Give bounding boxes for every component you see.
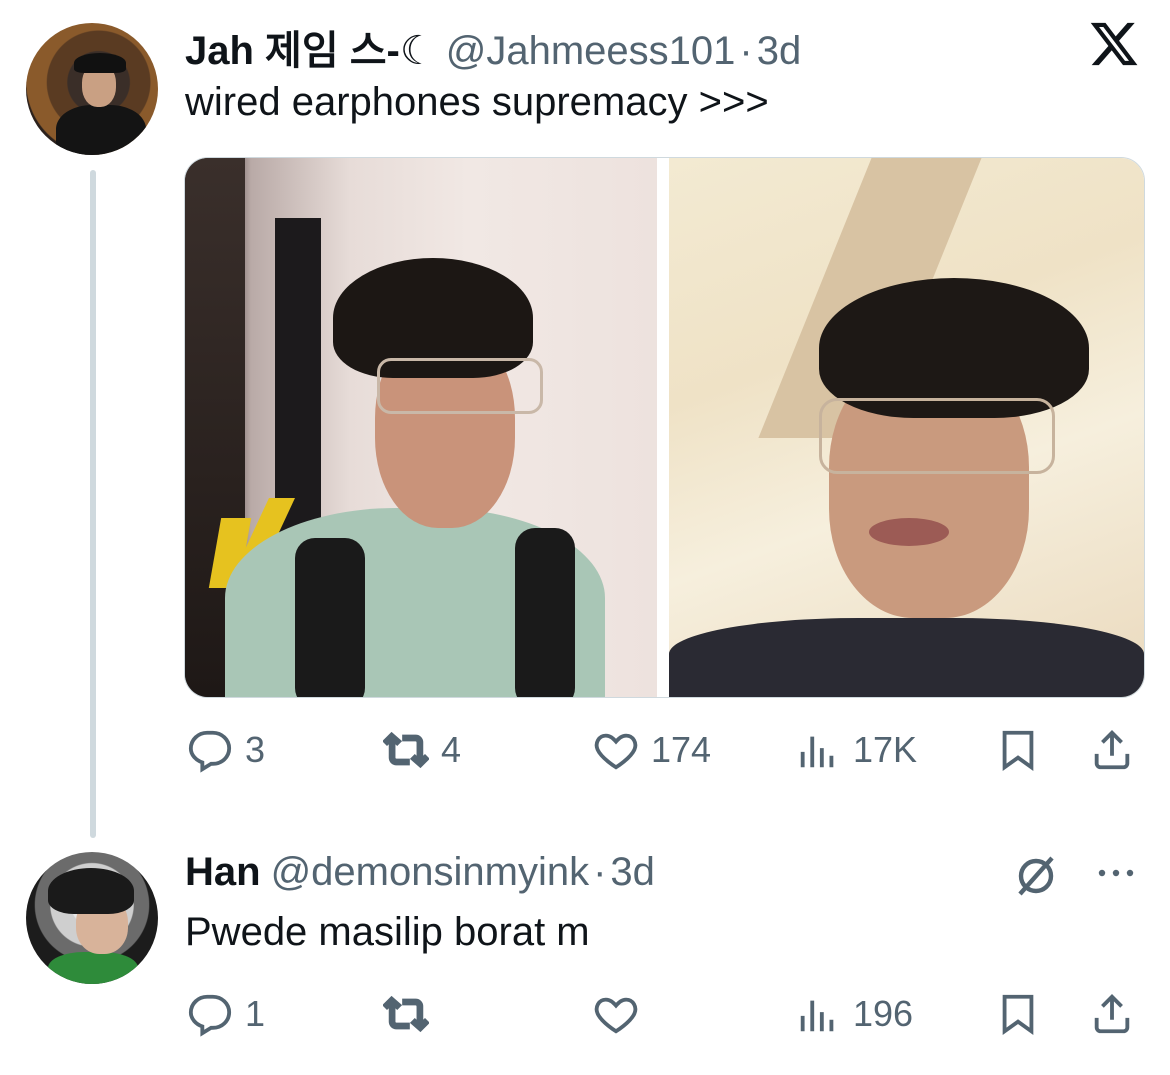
tweet-actions-bar: 3 4 174 17K (185, 722, 1145, 778)
reply-header: Han @demonsinmyink · 3d (185, 850, 655, 900)
photo-person-shirt (669, 618, 1144, 697)
repost-button[interactable] (383, 986, 429, 1042)
views-count: 196 (853, 993, 914, 1034)
views-count: 17K (853, 729, 918, 770)
share-button[interactable] (1089, 986, 1135, 1042)
like-button[interactable]: 174 (593, 722, 711, 778)
reply-count: 3 (245, 729, 266, 770)
avatar-figure-hat (74, 53, 126, 73)
media-photo-left[interactable] (185, 158, 657, 697)
like-button[interactable] (593, 986, 639, 1042)
reply-actions-bar: 1 196 (185, 986, 1145, 1042)
tweet-timestamp[interactable]: 3d (757, 29, 802, 74)
photo-person-hair (819, 278, 1089, 418)
reply-icon (188, 994, 232, 1037)
reply-author-handle[interactable]: @demonsinmyink (271, 850, 590, 895)
separator-dot: · (739, 29, 753, 73)
share-icon (1094, 994, 1130, 1034)
views-icon (800, 736, 834, 768)
avatar-figure-body (56, 105, 146, 155)
bookmark-button[interactable] (995, 722, 1041, 778)
reply-button[interactable]: 1 (187, 986, 265, 1042)
like-count: 174 (651, 729, 712, 770)
photo-person-glasses (819, 398, 1055, 474)
share-button[interactable] (1089, 722, 1135, 778)
thread-connector-line (90, 170, 96, 838)
reply-count: 1 (245, 993, 266, 1034)
bookmark-icon (1002, 994, 1034, 1035)
tweet-header: Jah 제임 스-☾ @Jahmeess101 · 3d (185, 18, 801, 73)
repost-count: 4 (441, 729, 462, 770)
share-icon (1094, 730, 1130, 770)
author-handle[interactable]: @Jahmeess101 (446, 29, 736, 74)
separator-dot: · (593, 850, 607, 894)
reply-button[interactable]: 3 (187, 722, 265, 778)
more-icon[interactable] (1092, 862, 1140, 884)
views-button[interactable]: 196 (795, 986, 913, 1042)
reply-timestamp[interactable]: 3d (610, 850, 655, 895)
bookmark-icon (1002, 730, 1034, 771)
avatar-figure-shirt (48, 952, 138, 984)
reply-text: Pwede masilip borat m (185, 910, 590, 954)
author-avatar[interactable] (26, 23, 158, 155)
reply-author-avatar[interactable] (26, 852, 158, 984)
photo-person-glasses (377, 358, 543, 414)
bookmark-button[interactable] (995, 986, 1041, 1042)
repost-icon (383, 995, 429, 1033)
tweet-text: wired earphones supremacy >>> (185, 80, 769, 124)
avatar-figure-hair (48, 868, 134, 914)
reply-author-name[interactable]: Han (185, 850, 261, 895)
repost-icon (383, 731, 429, 769)
author-name[interactable]: Jah 제임 스-☾ (185, 18, 436, 76)
reply-icon (188, 730, 232, 773)
views-icon (800, 1000, 834, 1032)
views-button[interactable]: 17K (795, 722, 917, 778)
grok-icon[interactable] (1012, 852, 1060, 900)
media-photo-right[interactable] (669, 158, 1144, 697)
x-logo-icon (1090, 22, 1138, 66)
photo-person-mouth (869, 518, 949, 546)
tweet-media-grid (184, 157, 1145, 698)
repost-button[interactable]: 4 (383, 722, 461, 778)
like-icon (594, 997, 638, 1034)
photo-backpack-strap (295, 538, 365, 697)
like-icon (594, 733, 638, 770)
photo-backpack-strap (515, 528, 575, 697)
